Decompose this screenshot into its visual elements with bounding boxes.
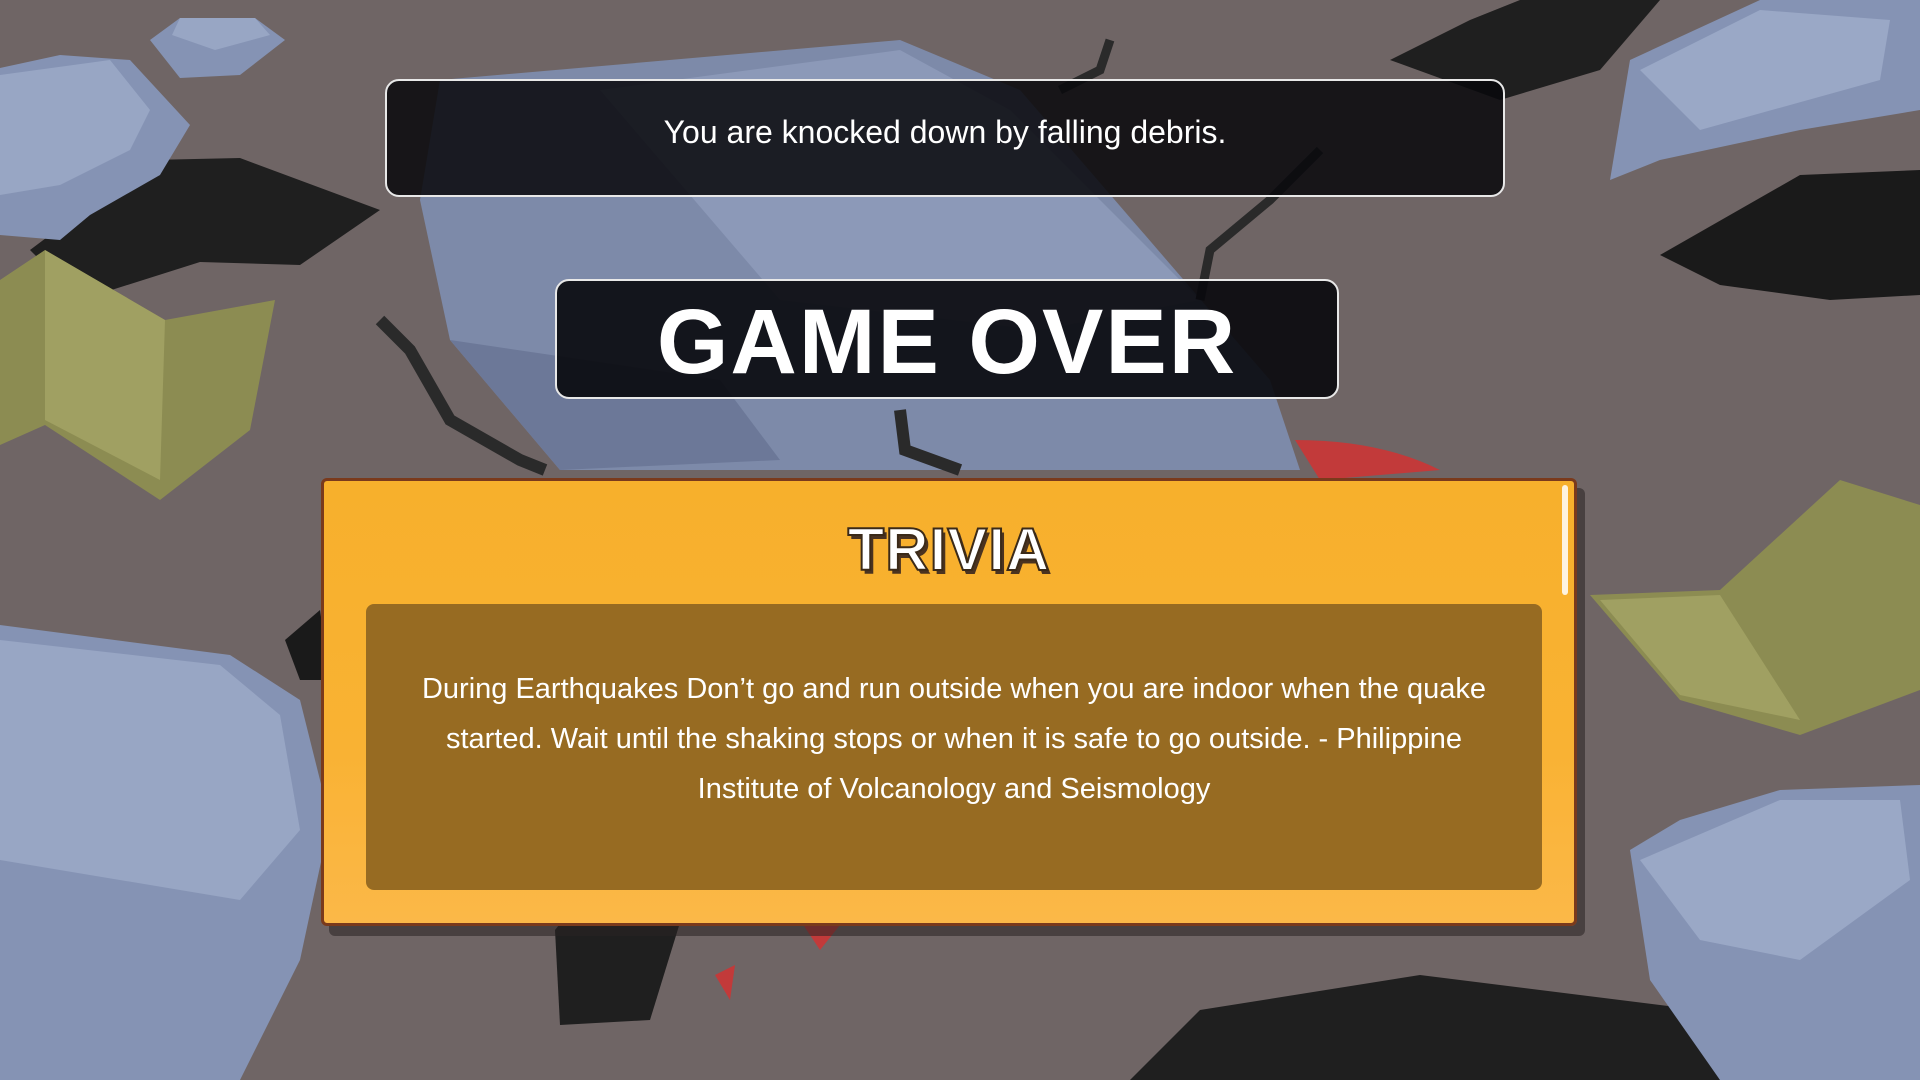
death-message: You are knocked down by falling debris. xyxy=(663,113,1227,150)
trivia-text: During Earthquakes Don’t go and run outs… xyxy=(421,673,1487,805)
trivia-card: TRIVIA During Earthquakes Don’t go and r… xyxy=(321,478,1577,926)
game-over-title: GAME OVER xyxy=(656,290,1238,393)
game-over-banner: GAME OVER xyxy=(555,279,1339,399)
trivia-panel: During Earthquakes Don’t go and run outs… xyxy=(366,604,1542,890)
message-banner: You are knocked down by falling debris. xyxy=(385,79,1505,197)
trivia-heading: TRIVIA xyxy=(847,515,1051,584)
